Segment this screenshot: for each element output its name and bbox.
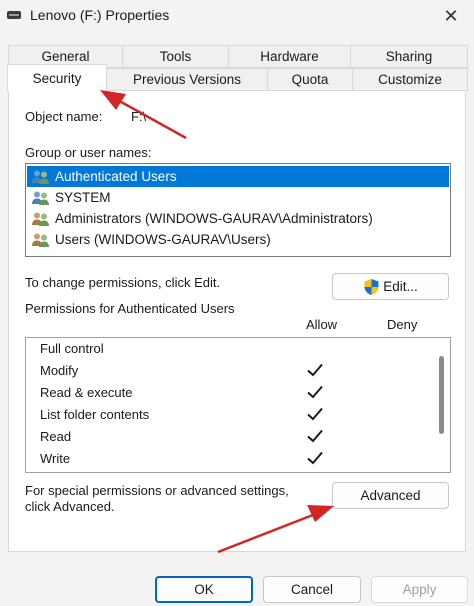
permission-name: List folder contents: [40, 407, 150, 422]
tab-tools[interactable]: Tools: [122, 45, 229, 68]
permission-row: Full control: [26, 338, 431, 360]
user-list-item[interactable]: Authenticated Users: [27, 166, 449, 187]
object-name-label: Object name:: [25, 109, 103, 124]
check-icon: [307, 429, 323, 443]
check-icon: [307, 407, 323, 421]
change-permissions-text: To change permissions, click Edit.: [25, 275, 221, 290]
tab-previous-versions[interactable]: Previous Versions: [106, 68, 268, 91]
user-list-item-label: Users (WINDOWS-GAURAV\Users): [55, 232, 271, 247]
permission-row: Read & execute: [26, 382, 431, 404]
deny-column-header: Deny: [387, 317, 418, 332]
apply-button[interactable]: Apply: [371, 576, 468, 603]
user-group-icon: [32, 233, 49, 247]
user-list-item-label: Authenticated Users: [55, 169, 177, 184]
permissions-label: Permissions for Authenticated Users: [25, 301, 235, 316]
edit-button[interactable]: Edit...: [332, 273, 449, 300]
shield-icon: [364, 278, 379, 295]
permission-name: Write: [40, 451, 71, 466]
check-icon: [307, 363, 323, 377]
user-list-item-label: Administrators (WINDOWS-GAURAV\Administr…: [55, 211, 373, 226]
permission-row: Read: [26, 426, 431, 448]
tab-security[interactable]: Security: [7, 64, 107, 91]
permission-row: Modify: [26, 360, 431, 382]
tab-customize[interactable]: Customize: [352, 68, 468, 91]
permission-name: Modify: [40, 363, 79, 378]
ok-button[interactable]: OK: [155, 576, 253, 603]
object-name-value: F:\: [131, 109, 147, 124]
cancel-button[interactable]: Cancel: [263, 576, 361, 603]
group-names-label: Group or user names:: [25, 145, 152, 160]
security-panel: Object name: F:\ Group or user names: Au…: [8, 90, 466, 552]
tab-sharing[interactable]: Sharing: [350, 45, 468, 68]
permissions-list[interactable]: Full control Modify Read & execute List …: [25, 337, 451, 473]
advanced-button[interactable]: Advanced: [332, 482, 449, 509]
user-list[interactable]: Authenticated Users SYSTEM Administrator…: [25, 163, 451, 257]
allow-column-header: Allow: [306, 317, 338, 332]
permissions-scrollbar[interactable]: [433, 338, 450, 472]
permission-name: Full control: [40, 341, 104, 356]
check-icon: [307, 385, 323, 399]
permission-row: Write: [26, 448, 431, 470]
user-list-item[interactable]: SYSTEM: [27, 187, 449, 208]
user-list-item[interactable]: Administrators (WINDOWS-GAURAV\Administr…: [27, 208, 449, 229]
user-list-item[interactable]: Users (WINDOWS-GAURAV\Users): [27, 229, 449, 250]
permission-row: List folder contents: [26, 404, 431, 426]
tab-hardware[interactable]: Hardware: [228, 45, 351, 68]
edit-button-label: Edit...: [383, 279, 418, 294]
scrollbar-thumb[interactable]: [439, 356, 444, 434]
user-group-icon: [32, 191, 49, 205]
permission-name: Read: [40, 429, 72, 444]
special-permissions-text: For special permissions or advanced sett…: [25, 483, 289, 514]
check-icon: [307, 451, 323, 465]
user-list-item-label: SYSTEM: [55, 190, 111, 205]
tab-quota[interactable]: Quota: [267, 68, 353, 91]
tab-strip: General Tools Hardware Sharing Previous …: [0, 0, 474, 100]
permission-name: Read & execute: [40, 385, 133, 400]
user-group-icon: [32, 212, 49, 226]
user-group-icon: [32, 170, 49, 184]
